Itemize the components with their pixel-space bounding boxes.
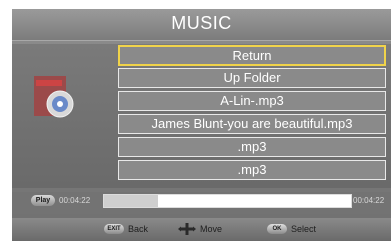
list-item-label: James Blunt-you are beautiful.mp3 bbox=[151, 116, 353, 131]
move-label: Move bbox=[200, 224, 223, 234]
list-item-return[interactable]: Return bbox=[118, 45, 386, 66]
page-title: MUSIC bbox=[171, 13, 232, 33]
dpad-icon bbox=[178, 223, 196, 235]
ok-key-icon: OK bbox=[267, 224, 287, 234]
select-label: Select bbox=[291, 224, 317, 234]
progress-fill bbox=[104, 195, 159, 207]
list-item-label: A-Lin-.mp3 bbox=[220, 93, 284, 108]
list-item-file[interactable]: A-Lin-.mp3 bbox=[118, 91, 386, 111]
music-file-icon bbox=[32, 72, 76, 122]
list-item-label: .mp3 bbox=[237, 162, 267, 177]
move-hint[interactable]: Move bbox=[178, 222, 222, 236]
list-item-label: Return bbox=[232, 48, 272, 63]
total-time: 00:04:22 bbox=[353, 196, 385, 205]
list-item-file[interactable]: James Blunt-you are beautiful.mp3 bbox=[118, 114, 386, 134]
list-item-label: Up Folder bbox=[223, 70, 281, 85]
select-hint[interactable]: OK Select bbox=[267, 222, 316, 236]
list-item-file[interactable]: .mp3 bbox=[118, 160, 386, 180]
back-hint[interactable]: EXIT Back bbox=[104, 222, 148, 236]
elapsed-time: 00:04:22 bbox=[59, 196, 91, 205]
play-button[interactable]: Play bbox=[31, 195, 55, 206]
title-bar: MUSIC bbox=[12, 9, 391, 41]
music-screen: MUSIC Return Up Folder A-Lin-.mp3 James … bbox=[12, 9, 391, 241]
list-item-file[interactable]: .mp3 bbox=[118, 137, 386, 157]
list-item-up-folder[interactable]: Up Folder bbox=[118, 68, 386, 88]
progress-bar[interactable] bbox=[103, 194, 352, 208]
list-item-label: .mp3 bbox=[237, 139, 267, 154]
exit-key-icon: EXIT bbox=[104, 224, 124, 234]
back-label: Back bbox=[128, 224, 149, 234]
